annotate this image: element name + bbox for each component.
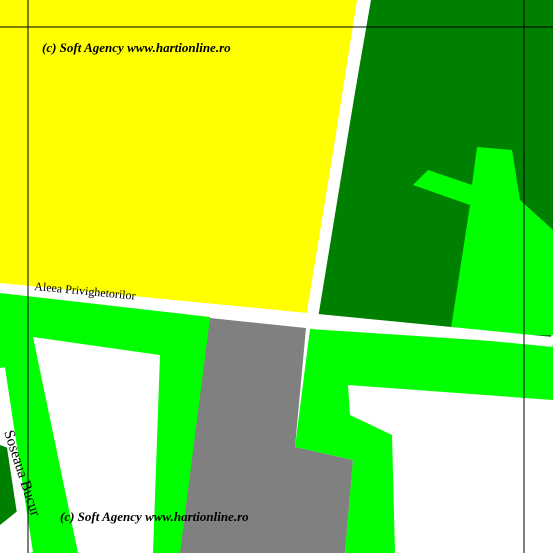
- map-canvas[interactable]: Aleea Privighetorilor Soseaua Bucur (c) …: [0, 0, 553, 553]
- watermark-bottom: (c) Soft Agency www.hartionline.ro: [60, 509, 249, 524]
- map-viewport[interactable]: Aleea Privighetorilor Soseaua Bucur (c) …: [0, 0, 553, 553]
- watermark-top: (c) Soft Agency www.hartionline.ro: [42, 40, 231, 55]
